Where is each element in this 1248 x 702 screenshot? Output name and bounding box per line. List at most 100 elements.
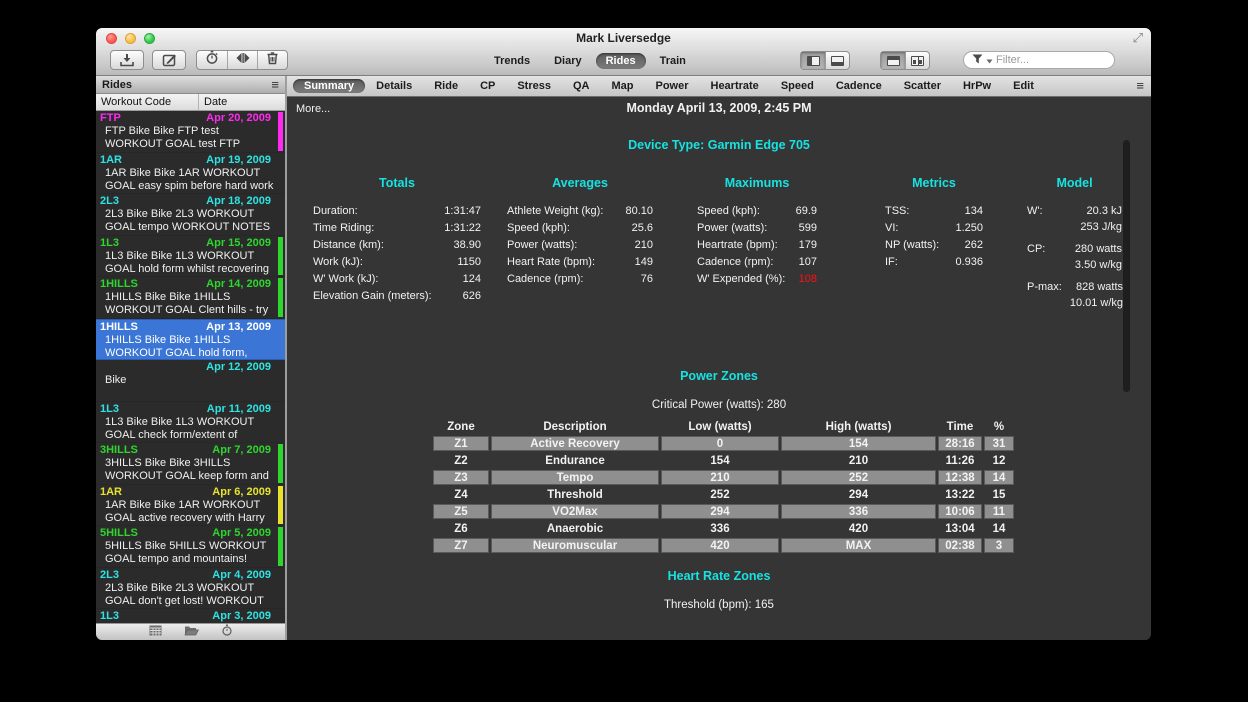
power-zone-cell: 11 xyxy=(984,504,1014,519)
titlebar[interactable]: Mark Liversedge ⤢ xyxy=(96,28,1151,48)
single-view-button[interactable] xyxy=(881,52,905,69)
section-title: Metrics xyxy=(885,176,983,190)
metric-row: P-max:828 watts xyxy=(1027,279,1123,295)
ride-item-header: FTPApr 20, 2009 xyxy=(100,112,285,125)
power-zone-row: Z7Neuromuscular420MAX02:383 xyxy=(433,538,1014,553)
workspace-tab-diary[interactable]: Diary xyxy=(544,53,592,69)
power-zone-cell: 14 xyxy=(984,470,1014,485)
metric-value: 1.250 xyxy=(944,220,983,237)
workout-color-bar xyxy=(278,444,283,483)
download-icon xyxy=(119,53,135,67)
stopwatch-button[interactable] xyxy=(197,51,227,69)
metric-row: Heartrate (bpm):179 xyxy=(697,237,817,254)
split-ride-button[interactable] xyxy=(227,51,257,69)
ride-list-item[interactable]: FTPApr 20, 2009FTP Bike Bike FTP test WO… xyxy=(96,111,285,153)
workout-code: 1L3 xyxy=(100,237,206,250)
metric-row: Athlete Weight (kg):80.10 xyxy=(507,203,653,220)
view-tab-summary[interactable]: Summary xyxy=(293,79,365,93)
metric-value: 134 xyxy=(944,203,983,220)
bottom-panel-icon xyxy=(831,56,844,66)
view-tab-ride[interactable]: Ride xyxy=(423,79,469,93)
workout-color-bar xyxy=(278,527,283,566)
workout-code: 2L3 xyxy=(100,195,206,208)
heart-rate-zones-title: Heart Rate Zones xyxy=(287,569,1151,583)
metric-label: Cadence (rpm): xyxy=(507,271,614,288)
workspace-tab-trends[interactable]: Trends xyxy=(484,53,540,69)
workspace-tab-rides[interactable]: Rides xyxy=(596,53,646,69)
section-title: Maximums xyxy=(697,176,817,190)
section-rows: Speed (kph):69.9Power (watts):599Heartra… xyxy=(697,203,817,288)
zoom-button[interactable] xyxy=(144,33,155,44)
ride-list-item[interactable]: 3HILLSApr 7, 20093HILLS Bike Bike 3HILLS… xyxy=(96,443,285,485)
edit-ride-button[interactable] xyxy=(152,50,186,70)
view-menu-icon[interactable]: ≡ xyxy=(1136,79,1144,92)
power-zones-title: Power Zones xyxy=(287,369,1151,383)
view-tab-edit[interactable]: Edit xyxy=(1002,79,1045,93)
view-tab-cadence[interactable]: Cadence xyxy=(825,79,893,93)
view-tab-heartrate[interactable]: Heartrate xyxy=(700,79,770,93)
power-zone-cell: Z1 xyxy=(433,436,489,451)
sidebar-toggle-button[interactable] xyxy=(801,52,825,69)
ride-list-item[interactable]: 5HILLSApr 5, 20095HILLS Bike 5HILLS WORK… xyxy=(96,526,285,568)
power-zone-row: Z3Tempo21025212:3814 xyxy=(433,470,1014,485)
close-button[interactable] xyxy=(106,33,117,44)
calendar-button[interactable] xyxy=(149,623,162,640)
view-tab-map[interactable]: Map xyxy=(600,79,644,93)
view-tab-hrpw[interactable]: HrPw xyxy=(952,79,1002,93)
view-tab-cp[interactable]: CP xyxy=(469,79,506,93)
ride-list-item[interactable]: 1L3Apr 11, 20091L3 Bike Bike 1L3 WORKOUT… xyxy=(96,402,285,444)
vertical-scrollbar[interactable] xyxy=(1123,140,1130,392)
ride-list-item[interactable]: 1HILLSApr 13, 20091HILLS Bike Bike 1HILL… xyxy=(96,319,285,361)
workout-stopwatch-button[interactable] xyxy=(221,623,233,640)
tiled-pane-icon xyxy=(911,56,924,66)
filter-input[interactable] xyxy=(996,54,1138,66)
minimize-button[interactable] xyxy=(125,33,136,44)
ride-description: Bike xyxy=(100,374,285,400)
section-rows: TSS:134VI:1.250NP (watts):262IF:0.936 xyxy=(885,203,983,271)
download-button[interactable] xyxy=(110,50,144,70)
tiled-view-button[interactable] xyxy=(905,52,929,69)
device-type: Device Type: Garmin Edge 705 xyxy=(287,138,1151,152)
power-zone-cell: Threshold xyxy=(491,487,659,502)
workout-code: FTP xyxy=(100,112,206,125)
sidebar-column-headers[interactable]: Workout Code Date xyxy=(96,94,285,111)
delete-ride-button[interactable] xyxy=(257,51,287,69)
ride-list-item[interactable]: 1L3Apr 15, 20091L3 Bike Bike 1L3 WORKOUT… xyxy=(96,236,285,278)
power-zone-cell: 210 xyxy=(781,453,936,468)
column-date[interactable]: Date xyxy=(199,96,227,108)
ride-description: 3HILLS Bike Bike 3HILLS WORKOUT GOAL kee… xyxy=(100,457,285,483)
power-zone-cell: 252 xyxy=(661,487,779,502)
view-tab-stress[interactable]: Stress xyxy=(506,79,562,93)
ride-item-header: 3HILLSApr 7, 2009 xyxy=(100,444,285,457)
ride-list-item[interactable]: Apr 12, 2009Bike xyxy=(96,360,285,402)
folder-button[interactable] xyxy=(184,623,199,640)
workout-code: 5HILLS xyxy=(100,527,212,540)
ride-list-item[interactable]: 1ARApr 6, 20091AR Bike Bike 1AR WORKOUT … xyxy=(96,485,285,527)
fullscreen-icon[interactable]: ⤢ xyxy=(1133,30,1143,46)
power-zone-cell: 420 xyxy=(661,538,779,553)
column-workout-code[interactable]: Workout Code xyxy=(96,94,199,110)
view-tab-qa[interactable]: QA xyxy=(562,79,601,93)
power-zone-cell: Z4 xyxy=(433,487,489,502)
view-tab-details[interactable]: Details xyxy=(365,79,423,93)
power-zones-header-row: ZoneDescriptionLow (watts)High (watts)Ti… xyxy=(433,419,1014,434)
bottombar-toggle-button[interactable] xyxy=(825,52,849,69)
metric-value: 253 J/kg xyxy=(1050,219,1122,235)
ride-list-item[interactable]: 1L3Apr 3, 2009 xyxy=(96,609,285,623)
metric-row: Power (watts):210 xyxy=(507,237,653,254)
ride-list-item[interactable]: 1ARApr 19, 20091AR Bike Bike 1AR WORKOUT… xyxy=(96,153,285,195)
model-group: P-max:828 watts10.01 w/kg xyxy=(1027,279,1123,311)
ride-list-item[interactable]: 2L3Apr 18, 20092L3 Bike Bike 2L3 WORKOUT… xyxy=(96,194,285,236)
sidebar-menu-icon[interactable]: ≡ xyxy=(271,78,279,91)
workout-code: 1AR xyxy=(100,486,212,499)
power-zones-header: Zone xyxy=(433,419,489,434)
metric-row: Time Riding:1:31:22 xyxy=(313,220,481,237)
ride-list-item[interactable]: 1HILLSApr 14, 20091HILLS Bike Bike 1HILL… xyxy=(96,277,285,319)
view-tab-speed[interactable]: Speed xyxy=(770,79,825,93)
workspace-tab-train[interactable]: Train xyxy=(650,53,696,69)
ride-list-item[interactable]: 2L3Apr 4, 20092L3 Bike Bike 2L3 WORKOUT … xyxy=(96,568,285,610)
view-tab-scatter[interactable]: Scatter xyxy=(893,79,952,93)
metric-label xyxy=(1027,257,1051,273)
view-tab-power[interactable]: Power xyxy=(644,79,699,93)
metric-value: 69.9 xyxy=(787,203,817,220)
